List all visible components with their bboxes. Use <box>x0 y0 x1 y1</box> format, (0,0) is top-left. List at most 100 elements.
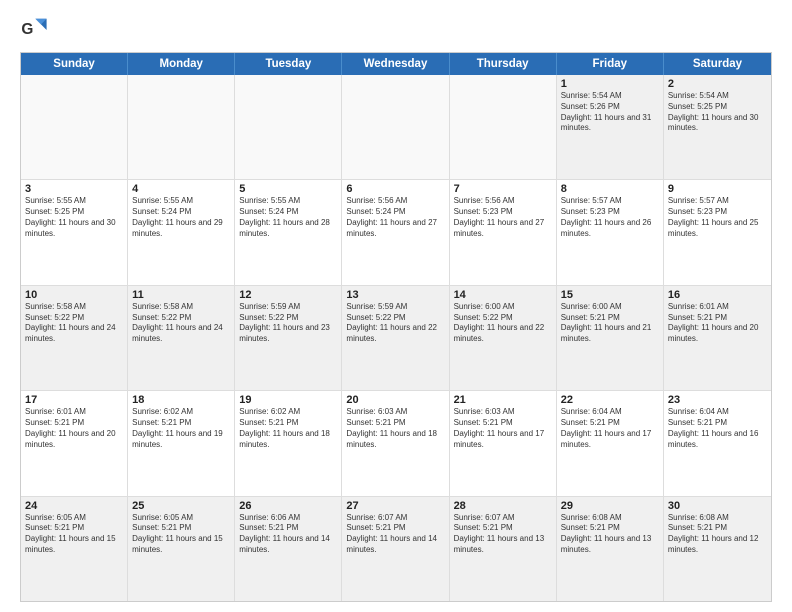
day-number: 14 <box>454 289 552 301</box>
cell-info: Sunrise: 6:02 AMSunset: 5:21 PMDaylight:… <box>239 407 337 450</box>
cell-info: Sunrise: 6:08 AMSunset: 5:21 PMDaylight:… <box>561 513 659 556</box>
calendar-row-1: 3Sunrise: 5:55 AMSunset: 5:25 PMDaylight… <box>21 180 771 285</box>
cal-cell-2-2: 12Sunrise: 5:59 AMSunset: 5:22 PMDayligh… <box>235 286 342 390</box>
day-number: 25 <box>132 500 230 512</box>
day-number: 12 <box>239 289 337 301</box>
cell-info: Sunrise: 5:56 AMSunset: 5:24 PMDaylight:… <box>346 196 444 239</box>
header-saturday: Saturday <box>664 53 771 75</box>
cell-info: Sunrise: 6:06 AMSunset: 5:21 PMDaylight:… <box>239 513 337 556</box>
cal-cell-3-1: 18Sunrise: 6:02 AMSunset: 5:21 PMDayligh… <box>128 391 235 495</box>
page: G Sunday Monday Tuesday Wednesday Thursd… <box>0 0 792 612</box>
cal-cell-3-3: 20Sunrise: 6:03 AMSunset: 5:21 PMDayligh… <box>342 391 449 495</box>
cell-info: Sunrise: 5:54 AMSunset: 5:26 PMDaylight:… <box>561 91 659 134</box>
day-number: 26 <box>239 500 337 512</box>
calendar-header: Sunday Monday Tuesday Wednesday Thursday… <box>21 53 771 75</box>
header: G <box>20 16 772 44</box>
calendar-row-2: 10Sunrise: 5:58 AMSunset: 5:22 PMDayligh… <box>21 286 771 391</box>
day-number: 20 <box>346 394 444 406</box>
cal-cell-4-1: 25Sunrise: 6:05 AMSunset: 5:21 PMDayligh… <box>128 497 235 601</box>
cal-cell-0-5: 1Sunrise: 5:54 AMSunset: 5:26 PMDaylight… <box>557 75 664 179</box>
cell-info: Sunrise: 5:59 AMSunset: 5:22 PMDaylight:… <box>346 302 444 345</box>
day-number: 23 <box>668 394 767 406</box>
day-number: 22 <box>561 394 659 406</box>
cell-info: Sunrise: 5:58 AMSunset: 5:22 PMDaylight:… <box>132 302 230 345</box>
cell-info: Sunrise: 5:59 AMSunset: 5:22 PMDaylight:… <box>239 302 337 345</box>
cell-info: Sunrise: 5:55 AMSunset: 5:25 PMDaylight:… <box>25 196 123 239</box>
header-tuesday: Tuesday <box>235 53 342 75</box>
cell-info: Sunrise: 6:00 AMSunset: 5:21 PMDaylight:… <box>561 302 659 345</box>
cal-cell-1-2: 5Sunrise: 5:55 AMSunset: 5:24 PMDaylight… <box>235 180 342 284</box>
calendar: Sunday Monday Tuesday Wednesday Thursday… <box>20 52 772 602</box>
header-sunday: Sunday <box>21 53 128 75</box>
cell-info: Sunrise: 6:03 AMSunset: 5:21 PMDaylight:… <box>346 407 444 450</box>
cal-cell-4-6: 30Sunrise: 6:08 AMSunset: 5:21 PMDayligh… <box>664 497 771 601</box>
day-number: 21 <box>454 394 552 406</box>
cell-info: Sunrise: 5:55 AMSunset: 5:24 PMDaylight:… <box>132 196 230 239</box>
day-number: 6 <box>346 183 444 195</box>
cell-info: Sunrise: 6:07 AMSunset: 5:21 PMDaylight:… <box>454 513 552 556</box>
day-number: 24 <box>25 500 123 512</box>
logo: G <box>20 16 52 44</box>
cal-cell-2-4: 14Sunrise: 6:00 AMSunset: 5:22 PMDayligh… <box>450 286 557 390</box>
cal-cell-1-0: 3Sunrise: 5:55 AMSunset: 5:25 PMDaylight… <box>21 180 128 284</box>
cell-info: Sunrise: 5:57 AMSunset: 5:23 PMDaylight:… <box>668 196 767 239</box>
cal-cell-4-0: 24Sunrise: 6:05 AMSunset: 5:21 PMDayligh… <box>21 497 128 601</box>
cell-info: Sunrise: 5:55 AMSunset: 5:24 PMDaylight:… <box>239 196 337 239</box>
day-number: 5 <box>239 183 337 195</box>
header-wednesday: Wednesday <box>342 53 449 75</box>
day-number: 9 <box>668 183 767 195</box>
day-number: 7 <box>454 183 552 195</box>
cal-cell-1-3: 6Sunrise: 5:56 AMSunset: 5:24 PMDaylight… <box>342 180 449 284</box>
cal-cell-1-1: 4Sunrise: 5:55 AMSunset: 5:24 PMDaylight… <box>128 180 235 284</box>
header-monday: Monday <box>128 53 235 75</box>
day-number: 30 <box>668 500 767 512</box>
cal-cell-0-2 <box>235 75 342 179</box>
day-number: 3 <box>25 183 123 195</box>
day-number: 8 <box>561 183 659 195</box>
day-number: 17 <box>25 394 123 406</box>
day-number: 28 <box>454 500 552 512</box>
cell-info: Sunrise: 5:58 AMSunset: 5:22 PMDaylight:… <box>25 302 123 345</box>
header-thursday: Thursday <box>450 53 557 75</box>
cal-cell-0-1 <box>128 75 235 179</box>
cal-cell-0-3 <box>342 75 449 179</box>
cell-info: Sunrise: 6:07 AMSunset: 5:21 PMDaylight:… <box>346 513 444 556</box>
cell-info: Sunrise: 6:04 AMSunset: 5:21 PMDaylight:… <box>561 407 659 450</box>
cal-cell-1-5: 8Sunrise: 5:57 AMSunset: 5:23 PMDaylight… <box>557 180 664 284</box>
day-number: 18 <box>132 394 230 406</box>
calendar-row-4: 24Sunrise: 6:05 AMSunset: 5:21 PMDayligh… <box>21 497 771 601</box>
day-number: 19 <box>239 394 337 406</box>
cell-info: Sunrise: 6:00 AMSunset: 5:22 PMDaylight:… <box>454 302 552 345</box>
cell-info: Sunrise: 5:56 AMSunset: 5:23 PMDaylight:… <box>454 196 552 239</box>
cal-cell-2-6: 16Sunrise: 6:01 AMSunset: 5:21 PMDayligh… <box>664 286 771 390</box>
cal-cell-3-0: 17Sunrise: 6:01 AMSunset: 5:21 PMDayligh… <box>21 391 128 495</box>
calendar-row-0: 1Sunrise: 5:54 AMSunset: 5:26 PMDaylight… <box>21 75 771 180</box>
day-number: 10 <box>25 289 123 301</box>
cell-info: Sunrise: 6:05 AMSunset: 5:21 PMDaylight:… <box>25 513 123 556</box>
header-friday: Friday <box>557 53 664 75</box>
cell-info: Sunrise: 6:08 AMSunset: 5:21 PMDaylight:… <box>668 513 767 556</box>
cal-cell-1-4: 7Sunrise: 5:56 AMSunset: 5:23 PMDaylight… <box>450 180 557 284</box>
cell-info: Sunrise: 5:54 AMSunset: 5:25 PMDaylight:… <box>668 91 767 134</box>
day-number: 11 <box>132 289 230 301</box>
day-number: 1 <box>561 78 659 90</box>
day-number: 2 <box>668 78 767 90</box>
cal-cell-4-5: 29Sunrise: 6:08 AMSunset: 5:21 PMDayligh… <box>557 497 664 601</box>
calendar-row-3: 17Sunrise: 6:01 AMSunset: 5:21 PMDayligh… <box>21 391 771 496</box>
cal-cell-2-3: 13Sunrise: 5:59 AMSunset: 5:22 PMDayligh… <box>342 286 449 390</box>
cal-cell-3-2: 19Sunrise: 6:02 AMSunset: 5:21 PMDayligh… <box>235 391 342 495</box>
day-number: 4 <box>132 183 230 195</box>
cell-info: Sunrise: 5:57 AMSunset: 5:23 PMDaylight:… <box>561 196 659 239</box>
cal-cell-0-4 <box>450 75 557 179</box>
logo-icon: G <box>20 16 48 44</box>
cell-info: Sunrise: 6:01 AMSunset: 5:21 PMDaylight:… <box>25 407 123 450</box>
cal-cell-4-2: 26Sunrise: 6:06 AMSunset: 5:21 PMDayligh… <box>235 497 342 601</box>
day-number: 29 <box>561 500 659 512</box>
cal-cell-3-6: 23Sunrise: 6:04 AMSunset: 5:21 PMDayligh… <box>664 391 771 495</box>
cal-cell-3-5: 22Sunrise: 6:04 AMSunset: 5:21 PMDayligh… <box>557 391 664 495</box>
day-number: 16 <box>668 289 767 301</box>
cal-cell-2-5: 15Sunrise: 6:00 AMSunset: 5:21 PMDayligh… <box>557 286 664 390</box>
cal-cell-0-6: 2Sunrise: 5:54 AMSunset: 5:25 PMDaylight… <box>664 75 771 179</box>
cal-cell-4-3: 27Sunrise: 6:07 AMSunset: 5:21 PMDayligh… <box>342 497 449 601</box>
cell-info: Sunrise: 6:04 AMSunset: 5:21 PMDaylight:… <box>668 407 767 450</box>
